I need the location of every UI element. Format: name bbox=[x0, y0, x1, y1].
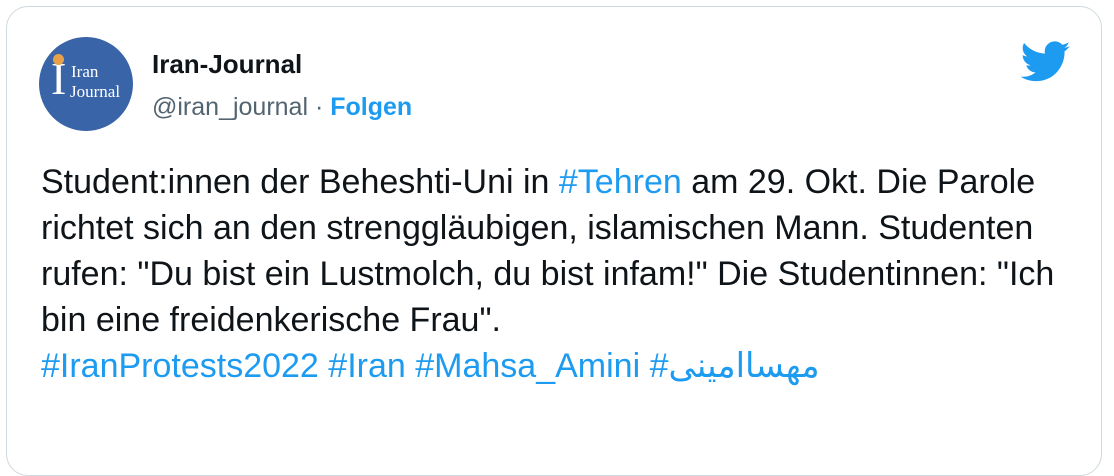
display-name[interactable]: Iran-Journal bbox=[152, 49, 302, 80]
avatar-logo-line2: Journal bbox=[70, 82, 121, 101]
tweet-text-part: Student:innen der Beheshti-Uni in bbox=[41, 163, 559, 201]
avatar-logo-dot bbox=[53, 54, 64, 65]
hashtag-link[interactable]: #IranProtests2022 bbox=[41, 347, 319, 385]
hashtag-link[interactable]: #Iran bbox=[328, 347, 406, 385]
account-subline: @iran_journal · Folgen bbox=[152, 93, 412, 122]
handle[interactable]: @iran_journal bbox=[152, 93, 308, 121]
twitter-bird-icon[interactable] bbox=[1021, 41, 1071, 83]
hashtag-link[interactable]: #Tehren bbox=[559, 163, 682, 201]
avatar[interactable]: I Iran Journal bbox=[39, 37, 133, 131]
avatar-logo-line1: Iran bbox=[71, 62, 99, 81]
hashtag-link[interactable]: مهساامینی# bbox=[650, 347, 820, 385]
follow-button[interactable]: Folgen bbox=[330, 93, 412, 121]
separator: · bbox=[314, 93, 324, 121]
tweet-text: Student:innen der Beheshti-Uni in #Tehre… bbox=[41, 159, 1081, 389]
hashtag-link[interactable]: #Mahsa_Amini bbox=[415, 347, 640, 385]
tweet-card[interactable]: I Iran Journal Iran-Journal @iran_journa… bbox=[6, 6, 1102, 476]
